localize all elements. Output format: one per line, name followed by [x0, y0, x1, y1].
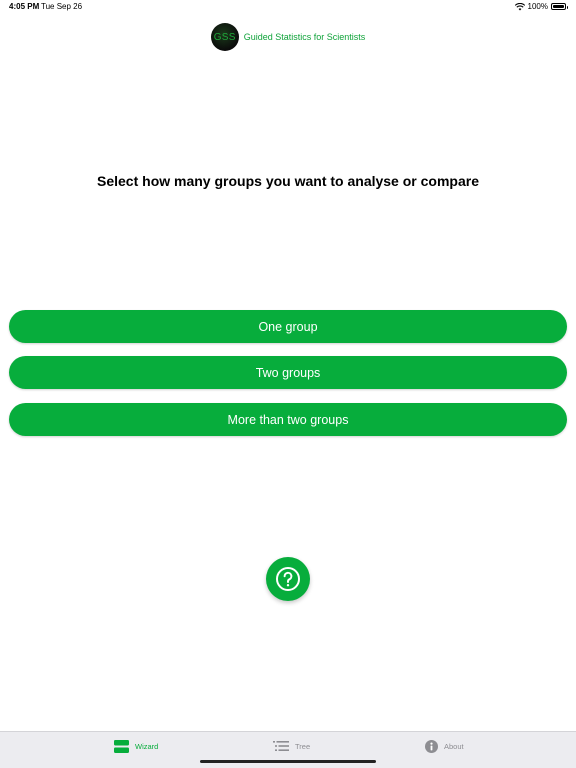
app-header: GSS Guided Statistics for Scientists [0, 23, 576, 51]
app-logo: GSS [210, 23, 239, 51]
logo-text: GSS [213, 31, 236, 43]
tab-about-label: About [444, 742, 464, 751]
tab-tree-label: Tree [295, 741, 311, 751]
tab-wizard-label: Wizard [135, 742, 159, 751]
tab-bar: Wizard Tree About [0, 731, 576, 768]
tab-about[interactable]: About [425, 740, 464, 753]
tab-wizard[interactable]: Wizard [114, 740, 158, 753]
status-indicators: 100% [514, 2, 568, 11]
page-prompt: Select how many groups you want to analy… [97, 173, 479, 189]
more-than-two-groups-button[interactable]: More than two groups [9, 403, 567, 436]
question-circle-icon [276, 567, 300, 591]
status-time: 4:05 PM [9, 2, 40, 11]
battery-level [553, 5, 564, 8]
status-date: Tue Sep 26 [41, 2, 83, 11]
app-title: Guided Statistics for Scientists [243, 32, 366, 42]
wizard-icon [114, 740, 129, 753]
two-groups-label: Two groups [255, 365, 321, 380]
more-than-two-groups-label: More than two groups [227, 412, 349, 427]
help-button[interactable] [266, 557, 310, 601]
battery-percent: 100% [527, 2, 548, 11]
info-icon [425, 740, 438, 753]
tree-list-icon [273, 741, 289, 751]
wifi-icon [514, 2, 525, 10]
battery-icon [551, 3, 568, 10]
two-groups-button[interactable]: Two groups [9, 356, 567, 389]
tab-tree[interactable]: Tree [273, 740, 310, 752]
home-indicator[interactable] [200, 760, 376, 763]
status-bar: 4:05 PM Tue Sep 26 100% [0, 0, 576, 14]
one-group-label: One group [258, 319, 318, 334]
one-group-button[interactable]: One group [9, 310, 567, 343]
